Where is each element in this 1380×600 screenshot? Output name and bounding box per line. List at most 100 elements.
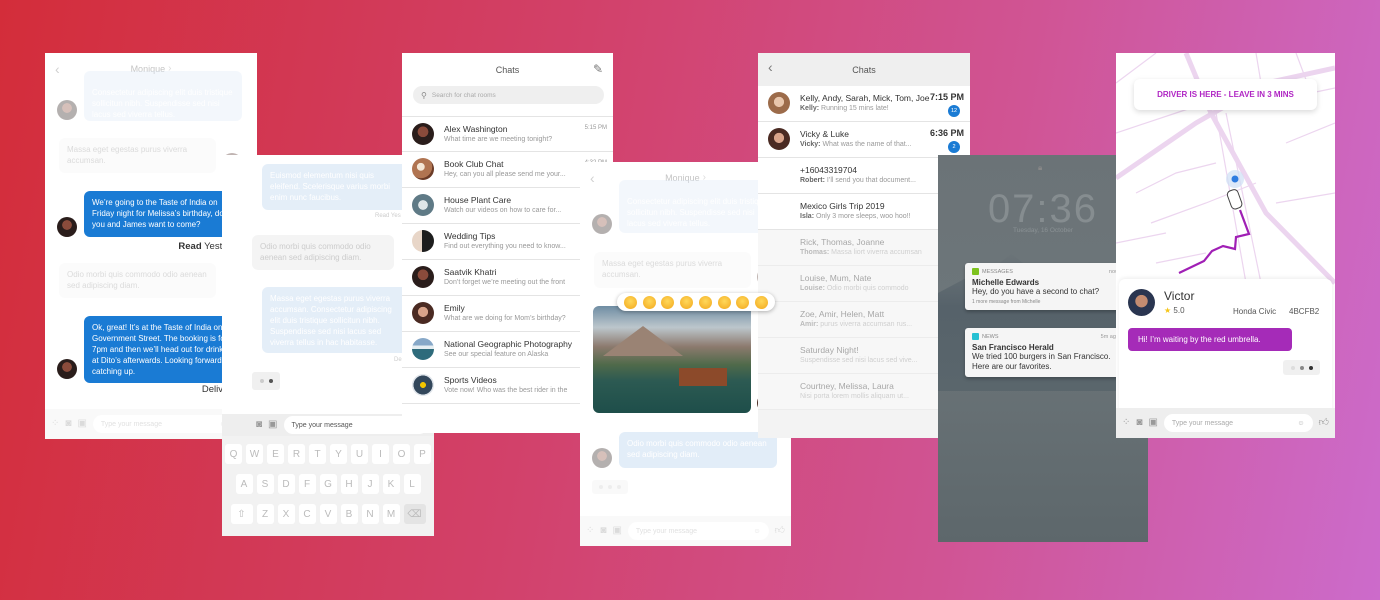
message-input-placeholder: Type your message bbox=[1171, 419, 1233, 427]
message-input[interactable]: Type your message ☺ bbox=[1163, 414, 1313, 432]
key[interactable]: C bbox=[298, 504, 316, 524]
image-icon[interactable]: ▣ bbox=[1148, 418, 1157, 428]
rofl-emoji-icon[interactable] bbox=[680, 295, 694, 309]
search-input[interactable]: ⚲ Search for chat rooms bbox=[413, 86, 604, 104]
chat-row[interactable]: Alex Washington What time are we meeting… bbox=[402, 116, 613, 152]
message-input[interactable]: Type your message☺ bbox=[92, 415, 235, 433]
keyboard-row: QWERTYUIOP bbox=[222, 444, 434, 464]
license-plate: 4BCFB2 bbox=[1289, 307, 1320, 316]
slightly-smiling-emoji-icon[interactable] bbox=[623, 295, 637, 309]
key[interactable]: A bbox=[235, 474, 253, 494]
key[interactable]: V bbox=[319, 504, 337, 524]
chat-name: House Plant Care bbox=[444, 195, 512, 205]
key[interactable]: H bbox=[340, 474, 358, 494]
key[interactable]: I bbox=[372, 444, 389, 464]
grimacing-emoji-icon[interactable] bbox=[755, 295, 769, 309]
shift-key[interactable]: ⇧ bbox=[230, 504, 253, 524]
image-message[interactable] bbox=[593, 306, 751, 413]
avatar bbox=[412, 230, 434, 252]
key[interactable]: L bbox=[403, 474, 421, 494]
preview-text: Massa liort viverra accumsan bbox=[831, 249, 922, 256]
screen-ride-driver: DRIVER IS HERE - LEAVE IN 3 MINS Victor … bbox=[1116, 53, 1335, 438]
key[interactable]: P bbox=[414, 444, 431, 464]
key[interactable]: B bbox=[340, 504, 358, 524]
star-icon: ★ bbox=[1164, 306, 1172, 315]
message-bubble: Massa eget egestas purus viverra accumsa… bbox=[59, 138, 216, 173]
key[interactable]: G bbox=[319, 474, 337, 494]
unread-badge: 2 bbox=[948, 141, 960, 153]
sender-name: Kelly bbox=[800, 105, 817, 112]
chat-row[interactable]: Vicky & Luke Vicky: What was the name of… bbox=[758, 122, 970, 158]
backspace-key[interactable]: ⌫ bbox=[403, 504, 426, 524]
key[interactable]: Y bbox=[330, 444, 347, 464]
avatar bbox=[592, 214, 612, 234]
notification-news[interactable]: NEWS 5m ago San Francisco Herald We trie… bbox=[965, 328, 1125, 377]
key[interactable]: M bbox=[382, 504, 400, 524]
apps-icon[interactable]: ⁘ bbox=[51, 419, 59, 429]
key[interactable]: J bbox=[361, 474, 379, 494]
back-icon[interactable]: ‹ bbox=[590, 170, 595, 186]
preview-text: I’ll send you that document... bbox=[826, 177, 916, 184]
apps-icon[interactable]: ⁘ bbox=[586, 526, 594, 536]
chats-title: Chats bbox=[852, 64, 876, 75]
avatar bbox=[412, 266, 434, 288]
emoji-icon[interactable]: ☺ bbox=[753, 528, 760, 535]
image-icon[interactable]: ▣ bbox=[268, 420, 277, 430]
message-bubble: Hi! I’m waiting by the red umbrella. bbox=[1128, 328, 1292, 351]
key[interactable]: T bbox=[309, 444, 326, 464]
car-icon bbox=[1226, 189, 1243, 210]
keyboard-row: ⇧ Z X C V B N M ⌫ bbox=[222, 504, 434, 524]
key[interactable]: Q bbox=[225, 444, 242, 464]
notification-messages[interactable]: MESSAGES now Michelle Edwards Hey, do yo… bbox=[965, 263, 1125, 310]
message-input[interactable]: Type your message ☺ bbox=[627, 522, 769, 540]
apps-icon[interactable]: ⁘ bbox=[1122, 418, 1130, 428]
key[interactable]: R bbox=[288, 444, 305, 464]
read-status: Read Yes bbox=[375, 213, 401, 219]
chat-time: 5:15 PM bbox=[584, 125, 607, 131]
key[interactable]: K bbox=[382, 474, 400, 494]
blush-emoji-icon[interactable] bbox=[717, 295, 731, 309]
car-model: Honda Civic bbox=[1233, 307, 1277, 316]
grinning-emoji-icon[interactable] bbox=[642, 295, 656, 309]
camera-icon[interactable]: ◙ bbox=[1136, 418, 1142, 428]
camera-icon[interactable]: ◙ bbox=[65, 419, 71, 429]
message-bubble: Odio morbi quis commodo odio aenean sed … bbox=[619, 432, 777, 468]
key[interactable]: W bbox=[246, 444, 263, 464]
back-icon[interactable]: ‹ bbox=[768, 59, 773, 75]
tears-of-joy-emoji-icon[interactable] bbox=[661, 295, 675, 309]
camera-icon[interactable]: ◙ bbox=[600, 526, 606, 536]
chats-title: Chats bbox=[495, 65, 520, 75]
key[interactable]: U bbox=[351, 444, 368, 464]
key[interactable]: Z bbox=[256, 504, 274, 524]
chat-preview: Vote now! Who was the best rider in the bbox=[444, 387, 568, 394]
mountain-peak bbox=[603, 326, 683, 356]
sweat-smile-emoji-icon[interactable] bbox=[736, 295, 750, 309]
chat-name: Emily bbox=[444, 303, 465, 313]
camera-icon[interactable]: ◙ bbox=[256, 420, 262, 430]
read-label: Read bbox=[178, 241, 202, 252]
chat-row[interactable]: Kelly, Andy, Sarah, Mick, Tom, Joe Kelly… bbox=[758, 86, 970, 122]
chat-preview: Isla: Only 3 more sleeps, woo hoo!! bbox=[800, 213, 911, 220]
chat-preview: Watch our videos on how to care for... bbox=[444, 207, 562, 214]
image-icon[interactable]: ▣ bbox=[77, 419, 86, 429]
chat-name: Mexico Girls Trip 2019 bbox=[800, 201, 885, 211]
key[interactable]: X bbox=[277, 504, 295, 524]
back-icon[interactable]: ‹ bbox=[55, 61, 60, 77]
message-input-placeholder: Type your message bbox=[100, 420, 162, 428]
thumbs-up-icon[interactable]: 👍︎ bbox=[1319, 418, 1329, 428]
key[interactable]: O bbox=[393, 444, 410, 464]
message-input-placeholder: Type your message bbox=[635, 527, 697, 535]
image-icon[interactable]: ▣ bbox=[612, 526, 621, 536]
key[interactable]: D bbox=[277, 474, 295, 494]
key[interactable]: E bbox=[267, 444, 284, 464]
thumbs-up-icon[interactable]: 👍︎ bbox=[775, 526, 785, 536]
key[interactable]: N bbox=[361, 504, 379, 524]
smiling-emoji-icon[interactable] bbox=[698, 295, 712, 309]
compose-icon[interactable]: ✎ bbox=[593, 63, 603, 75]
preview-text: Nisi porta lorem mollis aliquam ut... bbox=[800, 393, 909, 400]
key[interactable]: F bbox=[298, 474, 316, 494]
emoji-icon[interactable]: ☺ bbox=[1297, 420, 1304, 427]
chat-name: Alex Washington bbox=[444, 124, 508, 134]
avatar bbox=[412, 302, 434, 324]
key[interactable]: S bbox=[256, 474, 274, 494]
